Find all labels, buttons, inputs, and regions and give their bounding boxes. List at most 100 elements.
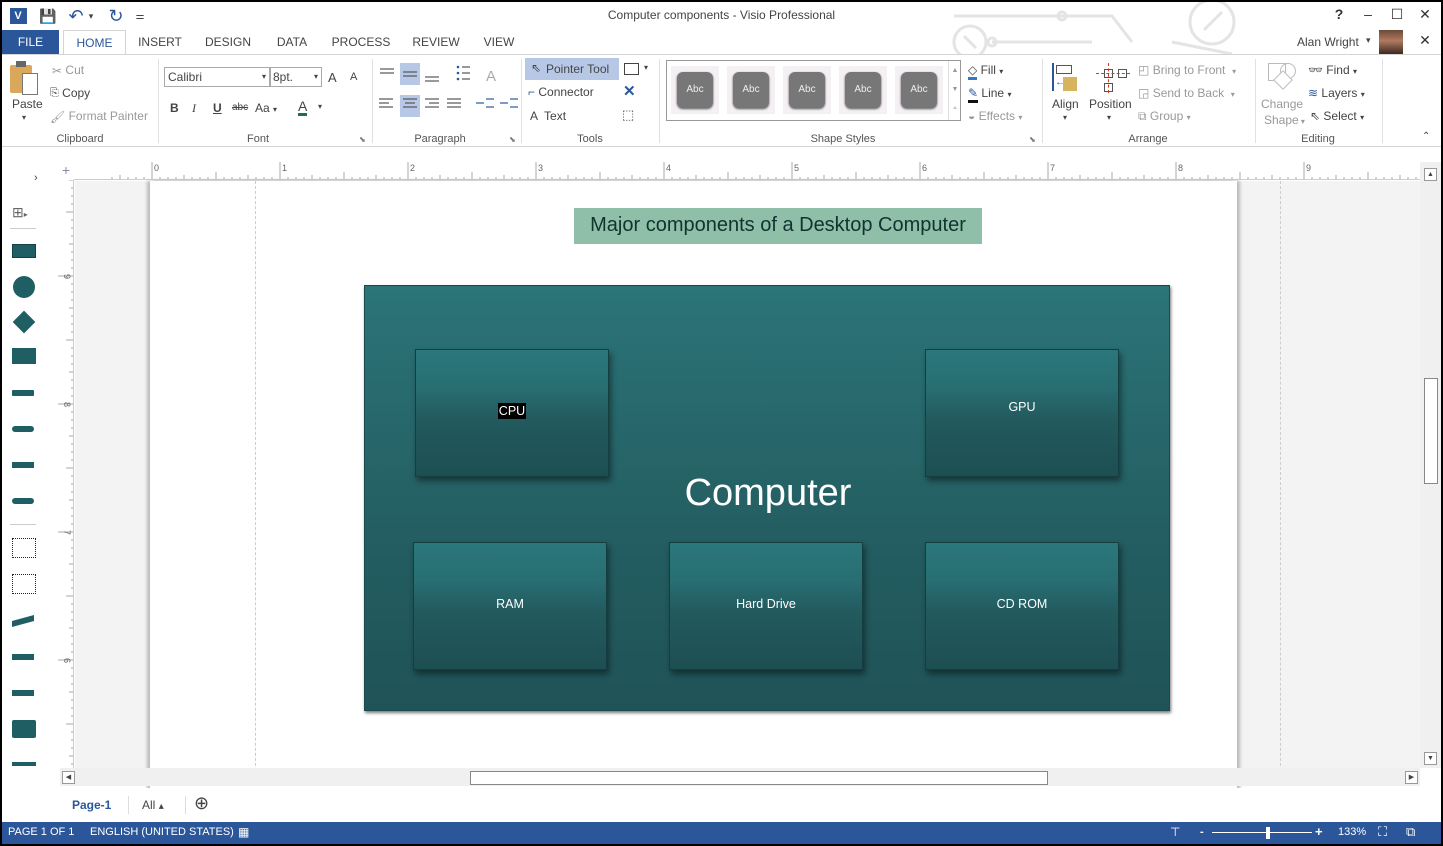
format-painter-button[interactable]: Format Painter — [69, 109, 148, 123]
underline-button[interactable]: U — [213, 101, 222, 115]
send-to-back-button[interactable]: ◲ Send to Back ▾ — [1138, 86, 1235, 100]
account-name[interactable]: Alan Wright — [1297, 35, 1359, 49]
zoom-level[interactable]: 133% — [1338, 826, 1366, 838]
page-number-status[interactable]: PAGE 1 OF 1 — [8, 826, 74, 838]
more-shapes-icon[interactable]: ⊞▸ — [12, 204, 28, 221]
stencil-arrow-right-icon[interactable] — [12, 390, 34, 396]
computer-container-shape[interactable]: Computer CPU GPU RAM Hard Drive CD ROM — [364, 285, 1170, 711]
horizontal-scrollbar[interactable]: ◀ ▶ — [60, 768, 1420, 786]
shape-style-1[interactable]: Abc — [677, 72, 713, 108]
scroll-left-icon[interactable]: ◀ — [62, 771, 75, 784]
stencil-circle-icon[interactable] — [13, 276, 35, 298]
find-button[interactable]: 👓 Find ▾ — [1308, 63, 1357, 77]
cpu-shape[interactable]: CPU — [415, 349, 609, 477]
drawing-canvas[interactable]: Major components of a Desktop Computer C… — [75, 181, 1420, 801]
scroll-down-icon[interactable]: ▼ — [1424, 752, 1437, 765]
macro-status-icon[interactable]: ▦ — [238, 825, 249, 839]
avatar[interactable] — [1379, 30, 1403, 54]
layers-button[interactable]: ≋ Layers ▾ — [1308, 86, 1365, 100]
expand-shapes-icon[interactable]: › — [34, 172, 38, 184]
zoom-slider[interactable] — [1212, 832, 1312, 833]
fit-page-icon[interactable]: ⛶ — [1378, 824, 1387, 840]
zoom-in-button[interactable]: + — [1315, 824, 1323, 839]
font-family-select[interactable]: Calibri ▾ — [164, 67, 270, 87]
tab-home[interactable]: HOME — [63, 30, 126, 55]
tab-view[interactable]: VIEW — [476, 30, 522, 54]
gpu-shape[interactable]: GPU — [925, 349, 1119, 477]
hard-drive-shape[interactable]: Hard Drive — [669, 542, 863, 670]
minimize-button[interactable]: – — [1355, 6, 1381, 26]
stencil-callout-icon[interactable] — [12, 348, 36, 364]
bring-to-front-button[interactable]: ◰ Bring to Front ▾ — [1138, 63, 1236, 77]
vertical-scrollbar[interactable]: ▲ ▼ — [1420, 162, 1441, 768]
stencil-curved-arrow-icon[interactable] — [12, 615, 34, 627]
connection-point-icon[interactable]: ⬚ — [622, 107, 634, 123]
help-icon[interactable]: ? — [1326, 6, 1352, 26]
maximize-button[interactable]: ☐ — [1384, 6, 1410, 26]
ram-shape[interactable]: RAM — [413, 542, 607, 670]
paste-button[interactable]: Paste — [12, 97, 43, 111]
line-button[interactable]: ✎ Line ▾ — [968, 86, 1011, 103]
language-status[interactable]: ENGLISH (UNITED STATES) — [90, 826, 234, 838]
grow-font-button[interactable]: A — [328, 70, 337, 85]
collapse-ribbon-icon[interactable]: ⌃ — [1422, 131, 1430, 142]
stencil-arrow-right-3-icon[interactable] — [12, 654, 34, 660]
shape-style-5[interactable]: Abc — [901, 72, 937, 108]
stencil-rounded-rect-icon[interactable] — [12, 720, 36, 738]
ribbon-close-icon[interactable]: ✕ — [1412, 32, 1438, 52]
cut-button[interactable]: Cut — [65, 63, 84, 77]
rectangle-tool-icon[interactable] — [624, 63, 639, 75]
text-tool-button[interactable]: A Text — [530, 109, 566, 123]
stencil-diamond-icon[interactable] — [12, 310, 36, 334]
gallery-scroll[interactable]: ▲ ▼ ⩡ — [948, 61, 961, 120]
select-button[interactable]: ⇖ Select ▾ — [1310, 109, 1364, 123]
group-button[interactable]: ⧉ Group ▾ — [1138, 109, 1191, 124]
change-shape-button[interactable]: Change — [1261, 97, 1303, 111]
change-case-button[interactable]: Aa ▾ — [255, 101, 277, 115]
close-button[interactable]: ✕ — [1412, 6, 1438, 26]
connector-button[interactable]: ⌐ Connector — [528, 85, 594, 99]
page-tab-page-1[interactable]: Page-1 — [72, 798, 111, 812]
stencil-arrow-double-2-icon[interactable] — [12, 498, 34, 504]
shape-style-2[interactable]: Abc — [733, 72, 769, 108]
paragraph-dialog-launcher-icon[interactable]: ⬊ — [509, 135, 516, 144]
stencil-line-icon[interactable] — [12, 762, 36, 766]
switch-windows-icon[interactable]: ⧉ — [1406, 824, 1415, 840]
position-button[interactable]: Position — [1089, 97, 1132, 111]
horizontal-scroll-thumb[interactable] — [470, 771, 1048, 785]
vertical-scroll-thumb[interactable] — [1424, 378, 1438, 484]
shape-style-4[interactable]: Abc — [845, 72, 881, 108]
shape-styles-dialog-launcher-icon[interactable]: ⬊ — [1029, 135, 1036, 144]
stencil-container-icon[interactable] — [12, 538, 36, 558]
pointer-tool-button[interactable]: ⇖ Pointer Tool — [525, 58, 619, 80]
account-dropdown-icon[interactable]: ▾ — [1366, 35, 1371, 46]
shrink-font-button[interactable]: A — [350, 71, 357, 83]
stencil-arrow-right-4-icon[interactable] — [12, 690, 34, 696]
font-size-select[interactable]: 8pt. ▾ — [270, 67, 322, 87]
font-color-button[interactable]: A — [298, 99, 308, 116]
stencil-arrow-right-2-icon[interactable] — [12, 462, 34, 468]
drawing-page[interactable]: Major components of a Desktop Computer C… — [150, 181, 1281, 801]
presentation-mode-icon[interactable]: ⊤ — [1170, 825, 1180, 839]
italic-button[interactable]: I — [192, 101, 196, 116]
stencil-container-2-icon[interactable] — [12, 574, 36, 594]
scroll-up-icon[interactable]: ▲ — [1424, 168, 1437, 181]
scroll-right-icon[interactable]: ▶ — [1405, 771, 1418, 784]
tab-insert[interactable]: INSERT — [130, 30, 190, 54]
zoom-slider-thumb[interactable] — [1265, 827, 1270, 839]
effects-button[interactable]: ◒ Effects ▾ — [968, 109, 1022, 123]
bold-button[interactable]: B — [170, 101, 179, 115]
stencil-rectangle-icon[interactable] — [12, 244, 36, 258]
align-button[interactable]: Align — [1052, 97, 1079, 111]
strikethrough-button[interactable]: abc — [232, 102, 248, 113]
copy-button[interactable]: Copy — [62, 86, 90, 100]
cd-rom-shape[interactable]: CD ROM — [925, 542, 1119, 670]
tab-design[interactable]: DESIGN — [198, 30, 258, 54]
tab-file[interactable]: FILE — [2, 30, 59, 54]
all-pages-button[interactable]: All ▴ — [142, 798, 164, 812]
shape-style-3[interactable]: Abc — [789, 72, 825, 108]
tab-review[interactable]: REVIEW — [406, 30, 466, 54]
tab-process[interactable]: PROCESS — [328, 30, 394, 54]
zoom-out-button[interactable]: - — [1200, 826, 1204, 838]
add-page-icon[interactable]: ⊕ — [194, 793, 209, 814]
